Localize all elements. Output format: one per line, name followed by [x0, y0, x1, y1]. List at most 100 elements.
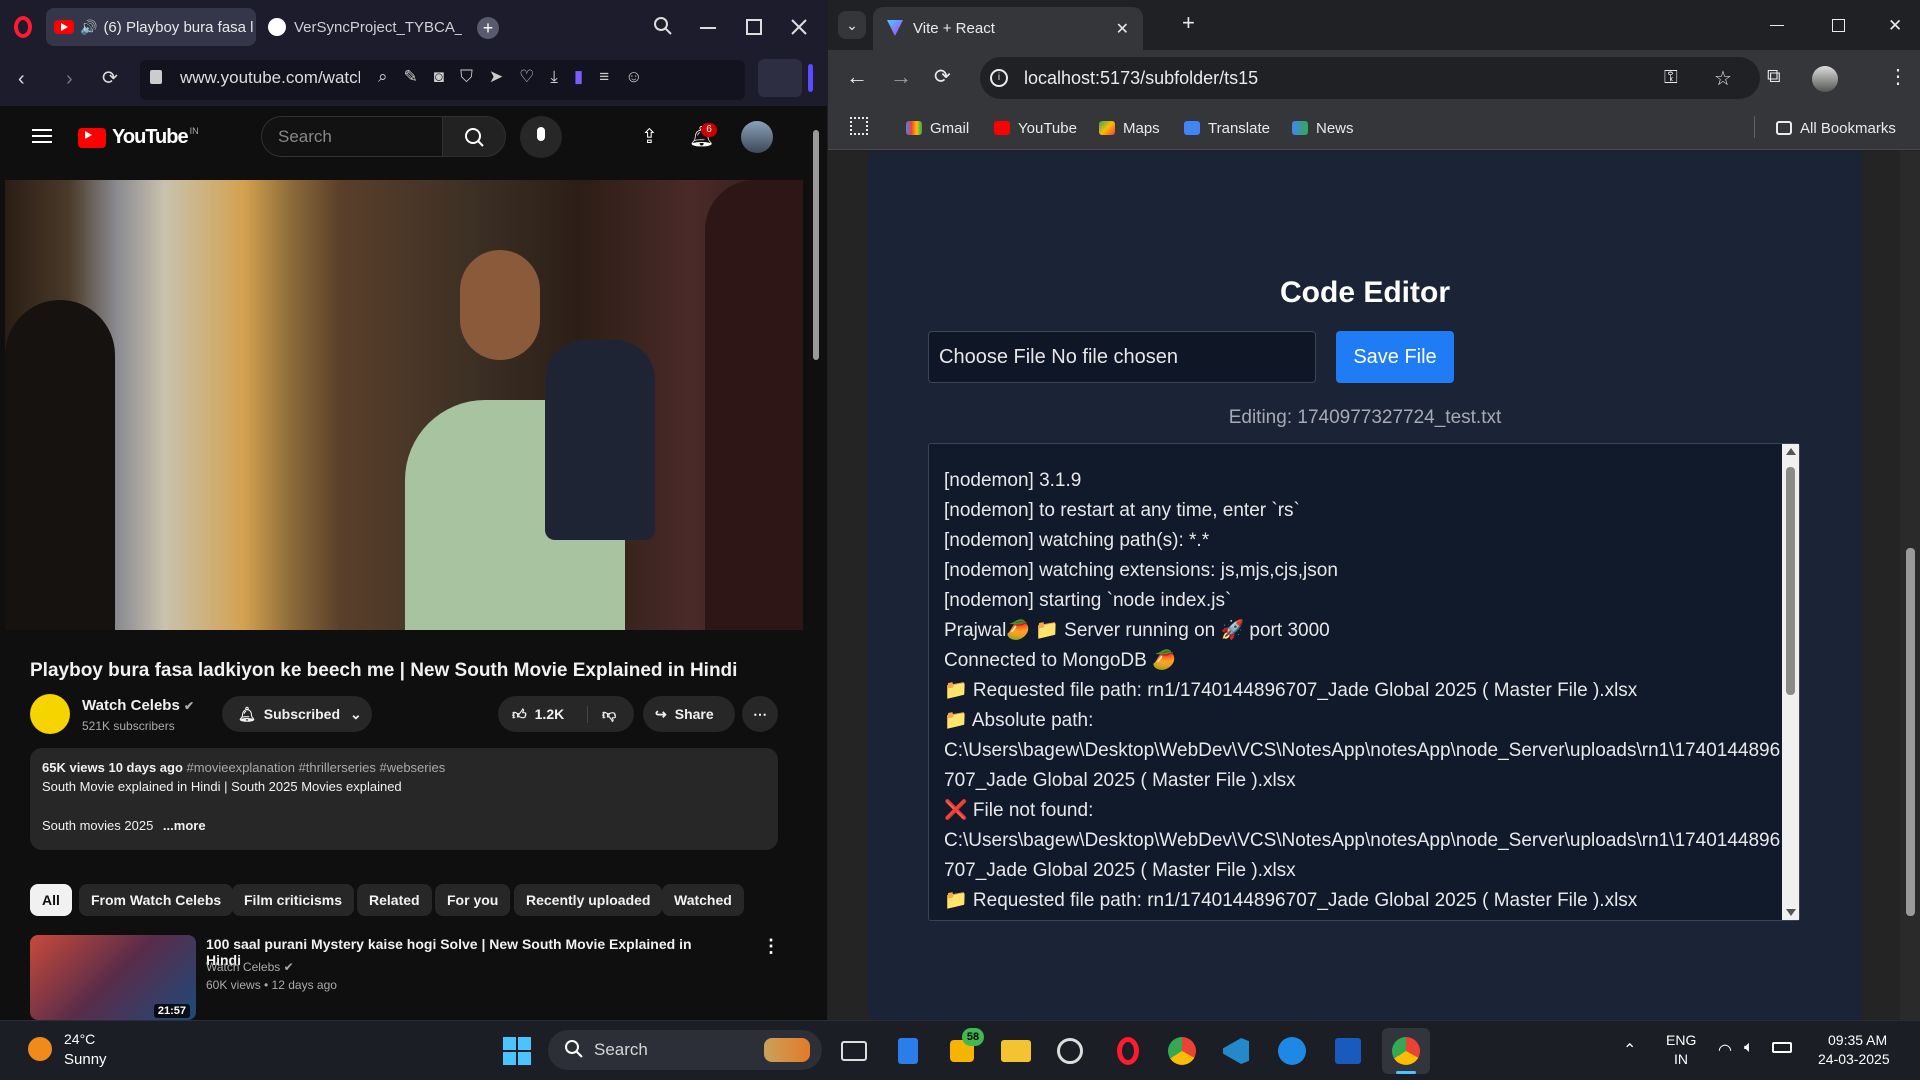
site-info-icon[interactable]: i [990, 69, 1008, 87]
video-player[interactable] [5, 180, 803, 630]
apps-grid-icon[interactable] [850, 117, 868, 135]
chip-watched[interactable]: Watched [662, 884, 744, 916]
tray-chevron-up-icon[interactable]: ⌃ [1623, 1040, 1636, 1060]
clock-time[interactable]: 09:35 AM [1828, 1032, 1887, 1048]
chip-film-criticisms[interactable]: Film criticisms [232, 884, 355, 916]
wifi-icon[interactable]: ◠ [1718, 1040, 1732, 1060]
weather-condition[interactable]: Sunny [64, 1051, 107, 1068]
bookmark-star-icon[interactable]: ☆ [1714, 66, 1732, 91]
chip-for-you[interactable]: For you [435, 884, 511, 916]
editor-content[interactable]: [nodemon] 3.1.9 [nodemon] to restart at a… [944, 466, 1784, 916]
download-icon[interactable]: ⤓ [550, 67, 558, 87]
new-tab-button[interactable]: + [477, 17, 499, 39]
all-bookmarks[interactable]: All Bookmarks [1776, 113, 1896, 143]
more-vertical-icon[interactable]: ⋮ [762, 936, 780, 957]
chrome-menu-icon[interactable]: ⋮ [1888, 64, 1908, 89]
bookmark-gmail[interactable]: Gmail [906, 113, 969, 143]
recommended-channel[interactable]: Watch Celebs ✔ [206, 960, 294, 974]
app-store-icon[interactable] [1274, 1033, 1310, 1069]
bookmark-youtube[interactable]: YouTube [994, 113, 1077, 143]
chrome-icon[interactable] [1164, 1033, 1200, 1069]
clock-app-icon[interactable] [1052, 1033, 1088, 1069]
camera-icon[interactable]: ◙ [434, 67, 444, 87]
battery-icon[interactable] [1772, 1042, 1792, 1053]
weather-temp[interactable]: 24°C [64, 1031, 95, 1047]
taskbar-search[interactable]: Search [548, 1030, 822, 1070]
page-scrollbar-thumb[interactable] [1906, 548, 1915, 916]
file-explorer-icon[interactable] [998, 1033, 1034, 1069]
chip-from-channel[interactable]: From Watch Celebs [79, 884, 234, 916]
forward-icon[interactable]: › [66, 68, 73, 91]
extensions-puzzle-icon[interactable]: ⧉ [1767, 66, 1781, 88]
chip-all[interactable]: All [30, 884, 72, 916]
bookmark-translate[interactable]: Translate [1184, 113, 1270, 143]
language-region[interactable]: IN [1674, 1051, 1688, 1067]
speaker-icon[interactable]: 🔊 [80, 19, 97, 36]
minimize-button[interactable] [1770, 25, 1784, 26]
volume-icon[interactable]: 🔈︎ [1744, 1039, 1754, 1057]
send-icon[interactable]: ➤ [489, 67, 503, 87]
back-icon[interactable]: ← [846, 64, 868, 90]
avatar[interactable] [1812, 66, 1838, 92]
clock-date[interactable]: 24-03-2025 [1818, 1051, 1890, 1067]
task-view-icon[interactable] [836, 1033, 872, 1069]
youtube-logo[interactable]: YouTube IN [78, 126, 199, 149]
dislike-button[interactable]: 👎︎ [588, 706, 616, 723]
heart-icon[interactable]: ♡ [519, 67, 534, 87]
desc-tags[interactable]: #movieexplanation #thrillerseries #webse… [187, 760, 446, 775]
weather-sun-icon[interactable] [28, 1037, 52, 1061]
like-button[interactable]: 👍︎ 1.2K [498, 705, 588, 723]
forward-icon[interactable]: → [890, 64, 912, 90]
word-icon[interactable] [1330, 1033, 1366, 1069]
avatar[interactable] [741, 121, 773, 153]
bookmark-news[interactable]: News [1292, 113, 1354, 143]
recommended-thumbnail[interactable]: 21:57 [30, 935, 196, 1020]
save-button[interactable]: Save File [1336, 331, 1454, 383]
new-tab-button[interactable]: + [1182, 10, 1195, 36]
channel-name[interactable]: Watch Celebs ✔ [82, 697, 194, 714]
scroll-up-icon[interactable] [1786, 448, 1796, 455]
share-button[interactable]: ↪ Share [643, 696, 735, 732]
search-input[interactable]: Search [261, 116, 443, 157]
close-button[interactable]: ✕ [1888, 16, 1902, 36]
scroll-down-icon[interactable] [1786, 909, 1796, 916]
opera-logo-icon[interactable] [14, 16, 32, 38]
maximize-button[interactable] [746, 19, 762, 35]
tab-youtube[interactable]: 🔊 (6) Playboy bura fasa l [46, 8, 256, 46]
menu-icon[interactable]: ≡ [599, 67, 609, 87]
tab-vite-react[interactable]: Vite + React ✕ [873, 7, 1143, 50]
profile-icon[interactable]: ☺ [625, 67, 642, 87]
page-scrollbar-thumb[interactable] [813, 130, 819, 360]
description-box[interactable]: 65K views 10 days ago #movieexplanation … [30, 748, 778, 850]
minimize-button[interactable] [700, 27, 716, 29]
start-button[interactable] [503, 1037, 531, 1065]
extensions-icon[interactable] [758, 59, 802, 97]
hamburger-menu-icon[interactable] [32, 129, 52, 143]
desc-more-link[interactable]: ...more [163, 818, 206, 833]
bookmark-maps[interactable]: Maps [1099, 113, 1160, 143]
back-icon[interactable]: ‹ [18, 68, 25, 91]
chip-recently-uploaded[interactable]: Recently uploaded [514, 884, 663, 916]
close-button[interactable] [789, 17, 809, 37]
tab-search-button[interactable]: ⌄ [838, 11, 866, 39]
language-indicator[interactable]: ENG [1666, 1032, 1696, 1048]
tab-close-icon[interactable]: ✕ [1116, 19, 1129, 39]
editor-scrollbar-thumb[interactable] [1786, 467, 1795, 695]
subscribed-button[interactable]: 🔔︎ Subscribed ⌄ [222, 696, 372, 732]
file-input[interactable]: Choose File No file chosen [928, 331, 1316, 383]
search-button[interactable] [442, 116, 506, 157]
reload-icon[interactable]: ⟳ [934, 64, 951, 89]
shield-icon[interactable]: ⛉ [460, 67, 473, 87]
lens-search-icon[interactable]: ⌕ [378, 67, 388, 87]
more-actions-button[interactable]: ⋯ [742, 696, 778, 732]
opera-icon[interactable] [1110, 1033, 1146, 1069]
password-key-icon[interactable]: ⚿ [1664, 67, 1678, 88]
upload-icon[interactable]: ⇪ [641, 124, 658, 149]
vscode-icon[interactable] [1218, 1033, 1254, 1069]
notepad-icon[interactable] [890, 1033, 926, 1069]
channel-avatar[interactable] [30, 694, 70, 734]
maximize-button[interactable] [1832, 19, 1845, 32]
chrome-profile-icon[interactable] [1388, 1033, 1424, 1069]
tab-github[interactable]: VerSyncProject_TYBCA_SE [262, 8, 462, 46]
search-tabs-icon[interactable] [653, 16, 673, 36]
